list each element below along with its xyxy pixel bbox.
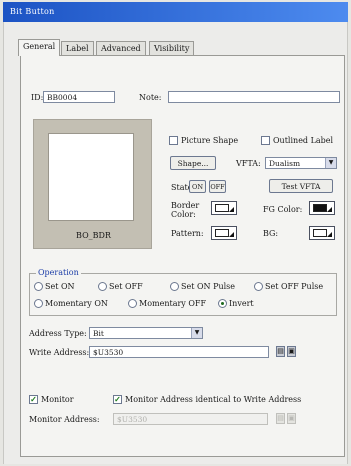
radio-set-off[interactable] (98, 282, 107, 291)
outlined-label-label: Outlined Label (273, 136, 334, 145)
tab-visibility[interactable]: Visibility (149, 41, 195, 55)
test-vfta-button[interactable]: Test VFTA (269, 179, 333, 193)
monitor-address-input[interactable]: $U3530 (113, 413, 268, 425)
bg-label: BG: (263, 229, 279, 238)
window-title-bar: Bit Button (3, 2, 348, 22)
monitor-address-picker-icon[interactable]: ▤ (276, 413, 285, 424)
tab-advanced[interactable]: Advanced (96, 41, 146, 55)
border-color-fill (215, 204, 229, 212)
radio-label-momentary-on: Momentary ON (45, 299, 108, 308)
radio-set-off-pulse[interactable] (254, 282, 263, 291)
radio-label-momentary-off: Momentary OFF (139, 299, 207, 308)
pattern-fill (215, 229, 229, 237)
dropdown-triangle-icon (327, 232, 332, 237)
window-title: Bit Button (10, 7, 55, 16)
preview-shape-name: BO_BDR (76, 231, 111, 240)
monitor-label: Monitor (41, 395, 74, 404)
operation-title: Operation (36, 268, 81, 277)
monitor-identical-checkbox[interactable]: ✓ (113, 395, 122, 404)
vfta-value: Dualism (269, 159, 301, 168)
radio-invert[interactable] (218, 299, 227, 308)
monitor-checkbox[interactable]: ✓ (29, 395, 38, 404)
radio-label-set-on-pulse: Set ON Pulse (181, 282, 236, 291)
write-address-input[interactable]: $U3530 (89, 346, 269, 358)
radio-label-set-off: Set OFF (109, 282, 143, 291)
monitor-address-tag-icon[interactable]: ▣ (287, 413, 296, 424)
radio-label-invert: Invert (229, 299, 254, 308)
picture-shape-label: Picture Shape (181, 136, 239, 145)
outlined-label-checkbox[interactable] (261, 136, 270, 145)
dropdown-triangle-icon (327, 207, 332, 212)
state-on-button[interactable]: ON (189, 180, 206, 193)
address-picker-icon[interactable]: ▤ (276, 346, 285, 357)
shape-preview: BO_BDR (33, 119, 152, 249)
picture-shape-checkbox[interactable] (169, 136, 178, 145)
fg-color-fill (313, 204, 327, 212)
fg-color-swatch[interactable] (309, 201, 335, 215)
address-type-select[interactable]: Bit ▼ (89, 327, 203, 339)
dropdown-triangle-icon (229, 207, 234, 212)
write-address-label: Write Address: (29, 348, 90, 357)
dialog-window: General Label Advanced Visibility ID: BB… (3, 22, 348, 464)
operation-group: Operation Set ON Set OFF Set ON Pulse Se… (29, 268, 337, 316)
border-color-swatch[interactable] (211, 201, 237, 215)
tab-label[interactable]: Label (61, 41, 94, 55)
radio-momentary-on[interactable] (34, 299, 43, 308)
address-tag-icon[interactable]: ▣ (287, 346, 296, 357)
bg-color-swatch[interactable] (309, 226, 335, 240)
note-label: Note: (139, 93, 162, 102)
vfta-select[interactable]: Dualism ▼ (265, 157, 337, 169)
note-input[interactable] (168, 91, 340, 103)
preview-face (48, 133, 134, 221)
radio-label-set-off-pulse: Set OFF Pulse (265, 282, 324, 291)
tab-general[interactable]: General (18, 39, 61, 56)
radio-label-set-on: Set ON (45, 282, 75, 291)
radio-momentary-off[interactable] (128, 299, 137, 308)
chevron-down-icon: ▼ (325, 158, 336, 168)
general-panel: ID: BB0004 Note: BO_BDR Picture Shape Ou… (20, 55, 345, 457)
radio-set-on-pulse[interactable] (170, 282, 179, 291)
radio-set-on[interactable] (34, 282, 43, 291)
id-label: ID: (31, 93, 44, 102)
dropdown-triangle-icon (229, 232, 234, 237)
state-off-button[interactable]: OFF (209, 180, 226, 193)
monitor-identical-label: Monitor Address identical to Write Addre… (125, 395, 302, 404)
vfta-label: VFTA: (236, 159, 261, 168)
address-type-label: Address Type: (29, 329, 87, 338)
border-color-label: Border Color: (171, 201, 200, 219)
id-input[interactable]: BB0004 (43, 91, 115, 103)
bg-color-fill (313, 229, 327, 237)
pattern-swatch[interactable] (211, 226, 237, 240)
monitor-address-label: Monitor Address: (29, 415, 100, 424)
shape-button[interactable]: Shape... (170, 156, 216, 170)
chevron-down-icon: ▼ (191, 328, 202, 338)
pattern-label: Pattern: (171, 229, 204, 238)
fg-color-label: FG Color: (263, 205, 303, 214)
address-type-value: Bit (93, 329, 104, 338)
